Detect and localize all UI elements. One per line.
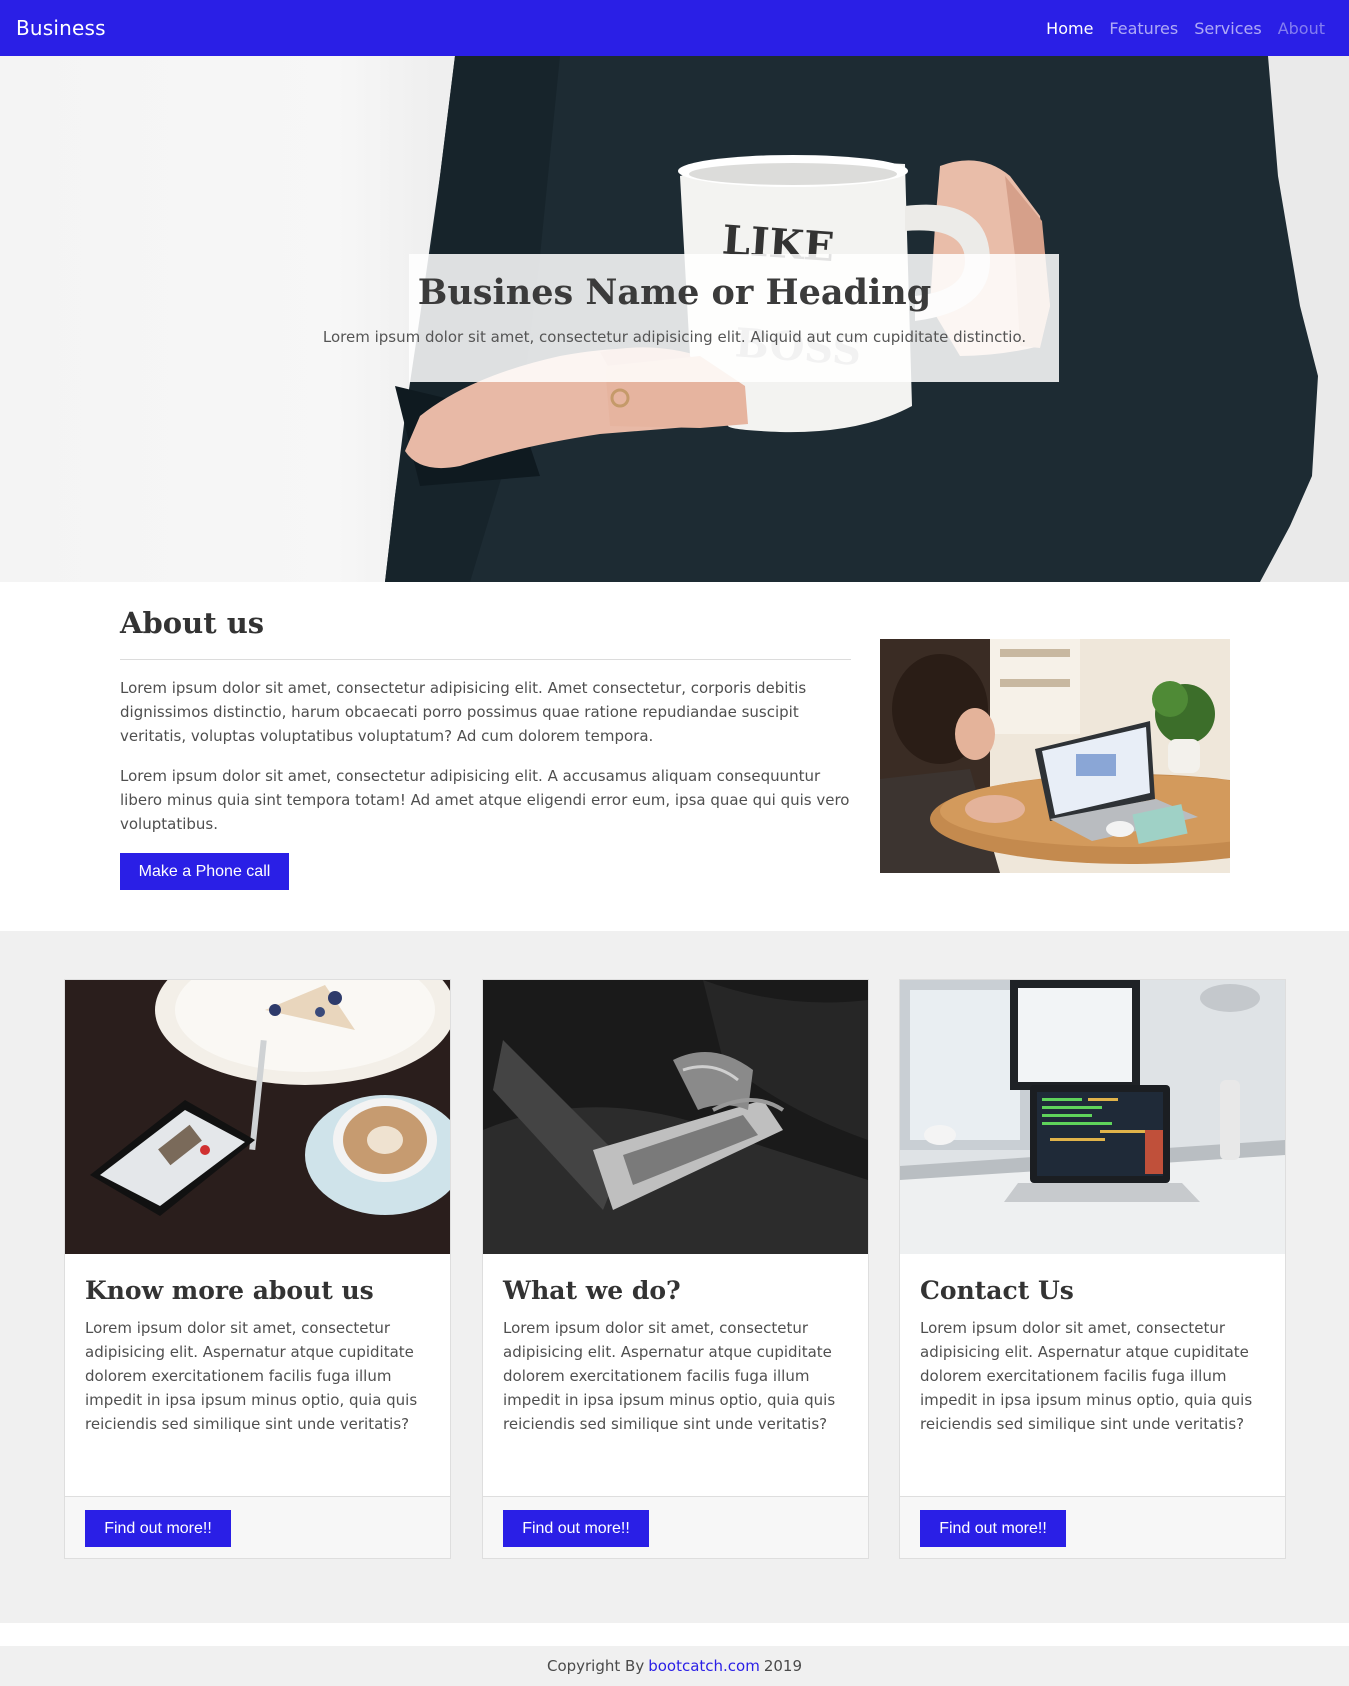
find-out-more-button[interactable]: Find out more!! [503, 1510, 649, 1547]
nav-links: Home Features Services About [1046, 19, 1325, 38]
card-text: Lorem ipsum dolor sit amet, consectetur … [85, 1319, 418, 1433]
phone-call-button[interactable]: Make a Phone call [120, 853, 289, 890]
hero-subtitle: Lorem ipsum dolor sit amet, consectetur … [322, 328, 1027, 346]
card-image [65, 980, 450, 1254]
nav-link-home[interactable]: Home [1046, 19, 1093, 38]
find-out-more-button[interactable]: Find out more!! [85, 1510, 231, 1547]
hero-title: Busines Name or Heading [417, 272, 932, 313]
find-out-more-button[interactable]: Find out more!! [920, 1510, 1066, 1547]
card-title: What we do? [503, 1276, 681, 1305]
card-what-we-do: What we do? Lorem ipsum dolor sit amet, … [482, 979, 869, 1559]
about-paragraph-1: Lorem ipsum dolor sit amet, consectetur … [120, 679, 807, 745]
copyright-year: 2019 [763, 1657, 803, 1675]
card-footer: Find out more!! [65, 1496, 450, 1558]
navbar: Business Home Features Services About [0, 0, 1349, 56]
about-divider [120, 659, 851, 660]
about-image [880, 639, 1230, 873]
card-title: Contact Us [920, 1276, 1074, 1305]
hero-section: LIKE BOSS Busines Name or Heading Lorem … [0, 56, 1349, 582]
card-image [900, 980, 1285, 1254]
card-footer: Find out more!! [900, 1496, 1285, 1558]
brand-logo[interactable]: Business [16, 16, 106, 40]
card-text: Lorem ipsum dolor sit amet, consectetur … [920, 1319, 1253, 1433]
about-paragraph-2: Lorem ipsum dolor sit amet, consectetur … [120, 767, 850, 833]
card-text: Lorem ipsum dolor sit amet, consectetur … [503, 1319, 836, 1433]
nav-link-features[interactable]: Features [1109, 19, 1178, 38]
nav-link-about[interactable]: About [1278, 19, 1325, 38]
about-title: About us [120, 606, 265, 640]
nav-link-services[interactable]: Services [1194, 19, 1261, 38]
card-footer: Find out more!! [483, 1496, 868, 1558]
copyright-text: Copyright By [546, 1657, 645, 1675]
footer: Copyright By bootcatch.com 2019 [0, 1646, 1349, 1686]
card-contact-us: Contact Us Lorem ipsum dolor sit amet, c… [899, 979, 1286, 1559]
footer-link[interactable]: bootcatch.com [648, 1657, 760, 1675]
card-know-more: Know more about us Lorem ipsum dolor sit… [64, 979, 451, 1559]
card-image [483, 980, 868, 1254]
card-title: Know more about us [85, 1276, 374, 1305]
